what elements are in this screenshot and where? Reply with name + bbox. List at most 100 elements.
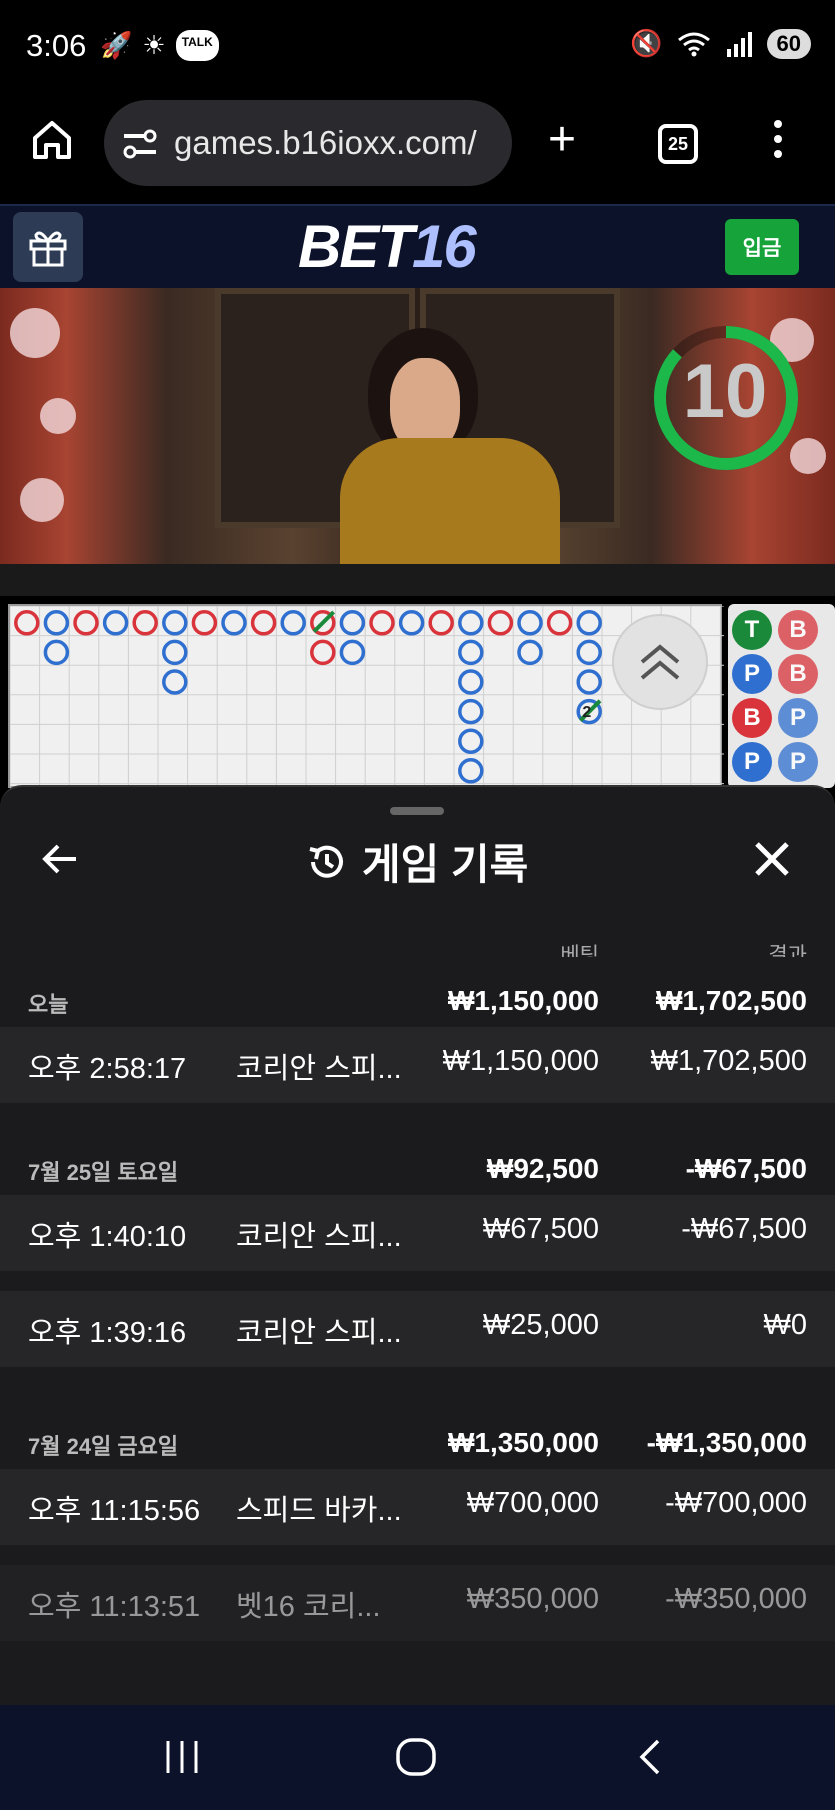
notification-icons: 🚀 ☀ TALK xyxy=(100,30,219,61)
brightness-icon: ☀ xyxy=(142,30,166,60)
mute-icon: 🔇 xyxy=(630,28,663,58)
player-marker xyxy=(280,610,306,636)
history-group-header: 7월 24일 금요일 ₩1,350,000 -₩1,350,000 xyxy=(0,1399,835,1469)
banker-marker xyxy=(369,610,395,636)
banker-bead: B xyxy=(732,698,772,738)
home-nav-icon[interactable] xyxy=(394,1735,440,1779)
player-marker xyxy=(458,758,484,784)
player-marker xyxy=(458,698,484,725)
tab-switcher-button[interactable]: 25 xyxy=(658,124,698,164)
row-bet: ₩25,000 xyxy=(482,1309,599,1341)
url-text: games.b16ioxx.com/ xyxy=(174,124,477,161)
home-icon[interactable] xyxy=(30,118,74,162)
row-game: 벳16 코리... xyxy=(236,1591,381,1623)
live-dealer-video: 10 xyxy=(0,288,835,596)
row-time: 오후 11:15:56 xyxy=(28,1495,201,1527)
bead-road: TBPBBPPP xyxy=(728,604,835,788)
group-bet-total: ₩92,500 xyxy=(486,1153,599,1184)
kakaotalk-icon: TALK xyxy=(175,30,219,61)
row-result: -₩350,000 xyxy=(665,1583,807,1615)
site-settings-icon[interactable] xyxy=(120,124,160,164)
history-row[interactable]: 오후 11:13:51 벳16 코리... ₩350,000 -₩350,000 xyxy=(0,1565,835,1641)
player-bead: P xyxy=(778,698,818,738)
expand-scoreboard-button[interactable] xyxy=(612,614,708,710)
banker-marker xyxy=(250,610,277,636)
gift-icon xyxy=(29,231,67,267)
tie-count-label: 2 xyxy=(582,704,591,721)
browser-toolbar: games.b16ioxx.com/ + 25 xyxy=(0,96,835,204)
player-marker xyxy=(43,639,70,666)
banker-bead: B xyxy=(778,654,818,694)
group-date: 7월 24일 금요일 xyxy=(28,1434,179,1459)
history-group-header: 오늘 ₩1,150,000 ₩1,702,500 xyxy=(0,957,835,1027)
row-result: -₩67,500 xyxy=(681,1213,807,1245)
tie-bead: T xyxy=(732,610,772,650)
row-game: 스피드 바카... xyxy=(236,1495,402,1527)
sheet-handle[interactable] xyxy=(390,807,444,815)
group-bet-total: ₩1,150,000 xyxy=(448,985,599,1016)
back-nav-icon[interactable] xyxy=(630,1735,674,1779)
row-time: 오후 2:58:17 xyxy=(28,1053,187,1085)
row-bet: ₩67,500 xyxy=(482,1213,599,1245)
countdown-number: 10 xyxy=(682,349,768,434)
banker-marker xyxy=(132,610,158,636)
game-history-sheet: 게임 기록 베팅 결과 오늘 ₩1,150,000 ₩1,702,500 오후 … xyxy=(0,785,835,1705)
player-marker xyxy=(102,610,129,636)
player-marker xyxy=(162,669,188,695)
wifi-icon xyxy=(677,32,710,56)
player-marker xyxy=(339,639,366,666)
history-row[interactable]: 오후 11:15:56 스피드 바카... ₩700,000 -₩700,000 xyxy=(0,1469,835,1545)
player-marker xyxy=(339,610,366,636)
deposit-button[interactable]: 입금 xyxy=(725,219,799,275)
player-marker xyxy=(517,639,543,666)
player-marker xyxy=(458,639,484,666)
big-road-scoreboard: 2 xyxy=(8,604,724,790)
chevron-up-icon xyxy=(640,644,680,680)
player-marker xyxy=(576,610,602,636)
row-result: -₩700,000 xyxy=(665,1487,807,1519)
address-bar[interactable]: games.b16ioxx.com/ xyxy=(104,100,512,186)
player-marker xyxy=(162,639,188,666)
player-marker xyxy=(458,669,484,695)
player-marker xyxy=(162,610,188,636)
player-marker xyxy=(221,610,247,636)
bet16-logo[interactable]: BET16 xyxy=(298,212,477,281)
group-result-total: -₩1,350,000 xyxy=(646,1427,807,1458)
row-bet: ₩350,000 xyxy=(466,1583,599,1615)
history-icon xyxy=(309,845,343,878)
new-tab-button[interactable]: + xyxy=(548,112,576,167)
row-bet: ₩700,000 xyxy=(466,1487,599,1519)
site-header: BET16 입금 xyxy=(0,204,835,288)
history-row[interactable]: 오후 1:40:10 코리안 스피... ₩67,500 -₩67,500 xyxy=(0,1195,835,1271)
status-time: 3:06 xyxy=(26,28,87,63)
banker-marker xyxy=(546,610,573,636)
banker-marker xyxy=(310,639,336,666)
sheet-title: 게임 기록 xyxy=(362,841,529,888)
group-bet-total: ₩1,350,000 xyxy=(448,1427,599,1458)
row-result: ₩0 xyxy=(763,1309,808,1341)
player-bead: P xyxy=(732,654,772,694)
recent-apps-icon[interactable] xyxy=(162,1735,206,1779)
history-row[interactable]: 오후 1:39:16 코리안 스피... ₩25,000 ₩0 xyxy=(0,1291,835,1367)
row-bet: ₩1,150,000 xyxy=(442,1045,599,1077)
system-nav-bar xyxy=(0,1705,835,1810)
group-date: 7월 25일 토요일 xyxy=(28,1160,179,1185)
group-result-total: ₩1,702,500 xyxy=(656,985,807,1016)
banker-bead: B xyxy=(778,610,818,650)
player-marker xyxy=(458,728,484,754)
player-marker xyxy=(576,669,602,695)
row-time: 오후 1:39:16 xyxy=(28,1317,187,1349)
banker-marker xyxy=(428,610,454,636)
gift-button[interactable] xyxy=(13,212,83,282)
menu-icon[interactable] xyxy=(774,120,782,158)
row-time: 오후 11:13:51 xyxy=(28,1591,201,1623)
back-arrow-icon[interactable] xyxy=(40,839,80,879)
status-bar: 3:06 🚀 ☀ TALK 🔇 60 xyxy=(0,0,835,96)
player-bead: P xyxy=(732,742,772,782)
player-marker xyxy=(398,610,425,636)
row-game: 코리안 스피... xyxy=(236,1221,402,1253)
close-icon[interactable] xyxy=(752,839,792,879)
history-row[interactable]: 오후 2:58:17 코리안 스피... ₩1,150,000 ₩1,702,5… xyxy=(0,1027,835,1103)
player-bead: P xyxy=(778,742,818,782)
rocket-icon: 🚀 xyxy=(100,30,133,60)
